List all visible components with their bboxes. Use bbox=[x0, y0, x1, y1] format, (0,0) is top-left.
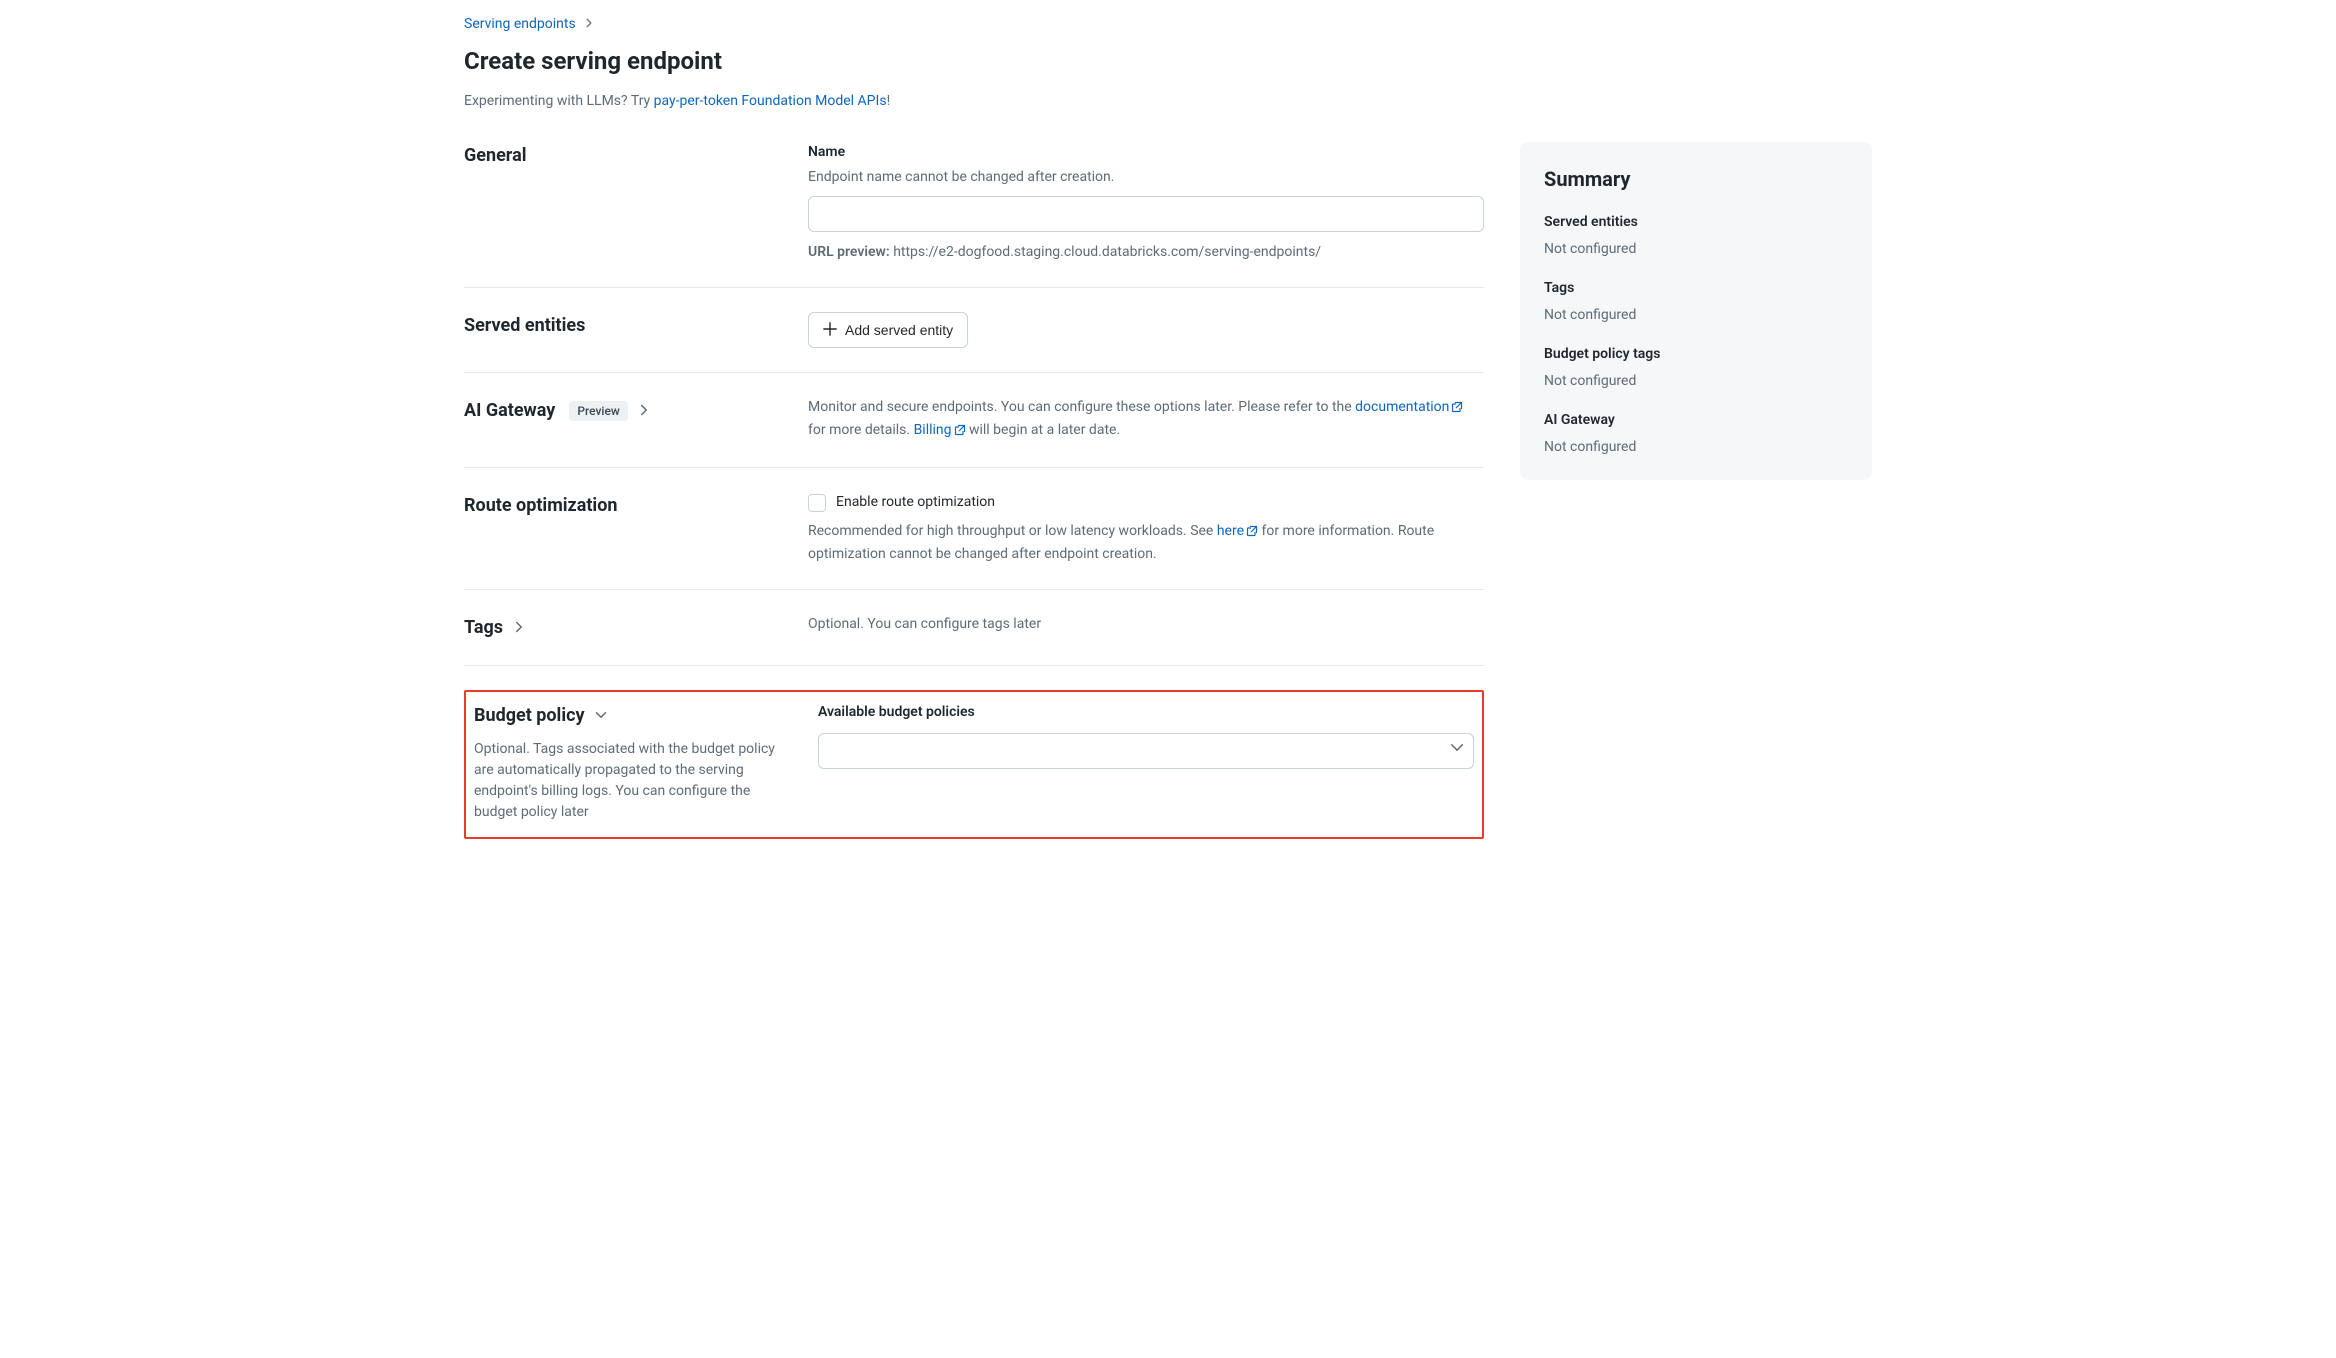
summary-heading: Summary bbox=[1544, 164, 1848, 194]
tags-description: Optional. You can configure tags later bbox=[808, 614, 1484, 635]
summary-item-label: Tags bbox=[1544, 278, 1848, 299]
enable-route-opt-label: Enable route optimization bbox=[836, 492, 995, 513]
external-link-icon bbox=[1246, 523, 1258, 544]
summary-item-tags: Tags Not configured bbox=[1544, 278, 1848, 326]
chevron-right-icon bbox=[513, 614, 525, 641]
summary-item-label: Served entities bbox=[1544, 212, 1848, 233]
route-optimization-heading: Route optimization bbox=[464, 492, 784, 519]
enable-route-opt-row[interactable]: Enable route optimization bbox=[808, 492, 1484, 513]
subtitle: Experimenting with LLMs? Try pay-per-tok… bbox=[464, 91, 1872, 112]
budget-policy-heading[interactable]: Budget policy bbox=[474, 702, 794, 729]
ai-gateway-heading[interactable]: AI Gateway Preview bbox=[464, 397, 784, 424]
breadcrumb-parent-link[interactable]: Serving endpoints bbox=[464, 14, 576, 35]
tags-heading-text: Tags bbox=[464, 614, 503, 641]
summary-card: Summary Served entities Not configured T… bbox=[1520, 142, 1872, 480]
subtitle-suffix: ! bbox=[887, 93, 891, 109]
ai-gateway-heading-text: AI Gateway bbox=[464, 397, 555, 424]
summary-item-served-entities: Served entities Not configured bbox=[1544, 212, 1848, 260]
section-route-optimization: Route optimization Enable route optimiza… bbox=[464, 492, 1484, 590]
tags-heading[interactable]: Tags bbox=[464, 614, 784, 641]
billing-link[interactable]: Billing bbox=[914, 422, 966, 438]
endpoint-name-input[interactable] bbox=[808, 196, 1484, 232]
served-entities-heading: Served entities bbox=[464, 312, 784, 339]
foundation-model-apis-link[interactable]: pay-per-token Foundation Model APIs bbox=[654, 93, 887, 109]
ai-gateway-description: Monitor and secure endpoints. You can co… bbox=[808, 397, 1484, 443]
section-served-entities: Served entities Add served entity bbox=[464, 312, 1484, 373]
page-title: Create serving endpoint bbox=[464, 43, 1872, 79]
summary-item-ai-gateway: AI Gateway Not configured bbox=[1544, 410, 1848, 458]
plus-icon bbox=[823, 322, 837, 339]
add-served-entity-label: Add served entity bbox=[845, 322, 953, 338]
section-ai-gateway: AI Gateway Preview Monitor and secure en… bbox=[464, 397, 1484, 468]
budget-policy-highlight: Budget policy Optional. Tags associated … bbox=[464, 690, 1484, 839]
url-preview-value: https://e2-dogfood.staging.cloud.databri… bbox=[893, 244, 1321, 260]
budget-policy-description: Optional. Tags associated with the budge… bbox=[474, 739, 794, 823]
route-optimization-description: Recommended for high throughput or low l… bbox=[808, 521, 1484, 565]
summary-item-value: Not configured bbox=[1544, 437, 1848, 458]
external-link-icon bbox=[954, 422, 966, 443]
add-served-entity-button[interactable]: Add served entity bbox=[808, 312, 968, 348]
section-general: General Name Endpoint name cannot be cha… bbox=[464, 142, 1484, 288]
summary-item-value: Not configured bbox=[1544, 305, 1848, 326]
name-field-label: Name bbox=[808, 142, 1484, 163]
available-budget-policies-label: Available budget policies bbox=[818, 702, 1474, 723]
budget-policy-select[interactable] bbox=[818, 733, 1474, 769]
section-tags: Tags Optional. You can configure tags la… bbox=[464, 614, 1484, 666]
general-heading: General bbox=[464, 142, 784, 169]
name-field-hint: Endpoint name cannot be changed after cr… bbox=[808, 167, 1484, 188]
external-link-icon bbox=[1451, 399, 1463, 420]
budget-policy-heading-text: Budget policy bbox=[474, 702, 585, 729]
documentation-link[interactable]: documentation bbox=[1355, 399, 1463, 415]
chevron-down-icon bbox=[595, 702, 607, 729]
preview-badge: Preview bbox=[569, 401, 628, 421]
chevron-right-icon bbox=[638, 397, 650, 424]
summary-item-value: Not configured bbox=[1544, 239, 1848, 260]
url-preview: URL preview: https://e2-dogfood.staging.… bbox=[808, 242, 1484, 263]
url-preview-label: URL preview: bbox=[808, 244, 890, 260]
subtitle-prefix: Experimenting with LLMs? Try bbox=[464, 93, 654, 109]
summary-item-label: Budget policy tags bbox=[1544, 344, 1848, 365]
breadcrumb: Serving endpoints bbox=[464, 14, 1872, 35]
summary-item-label: AI Gateway bbox=[1544, 410, 1848, 431]
chevron-right-icon bbox=[584, 14, 594, 35]
route-opt-here-link[interactable]: here bbox=[1217, 523, 1258, 539]
summary-item-value: Not configured bbox=[1544, 371, 1848, 392]
section-budget-policy: Budget policy Optional. Tags associated … bbox=[474, 702, 1474, 823]
summary-item-budget-policy-tags: Budget policy tags Not configured bbox=[1544, 344, 1848, 392]
enable-route-opt-checkbox[interactable] bbox=[808, 494, 826, 512]
